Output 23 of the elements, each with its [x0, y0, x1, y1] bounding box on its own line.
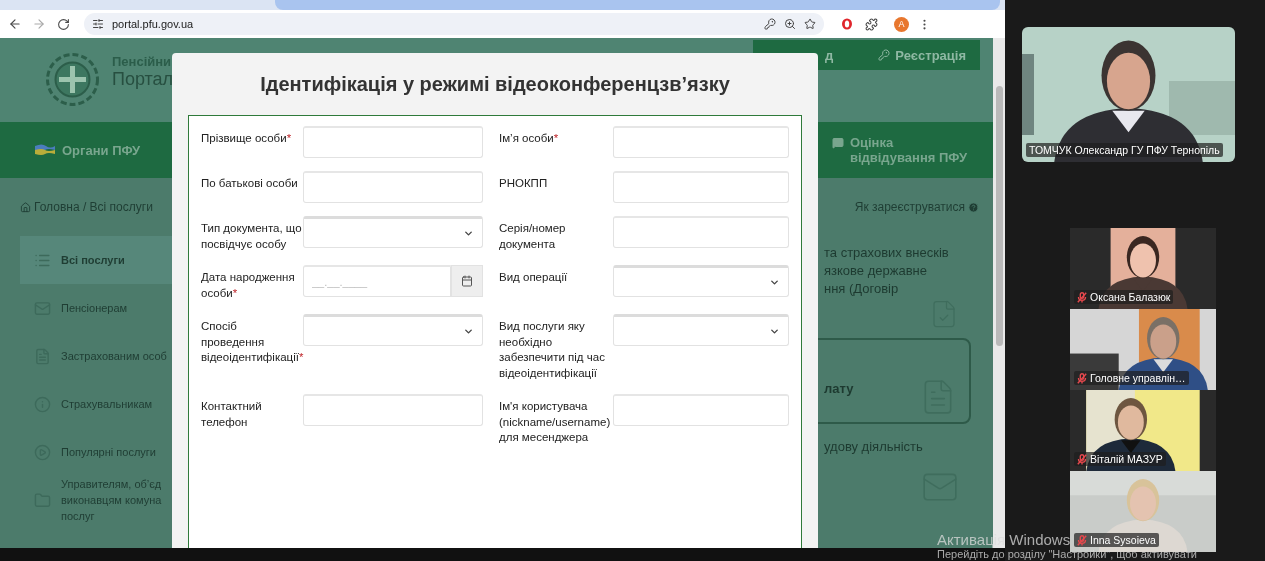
field-label: Вид послуги яку необхідно забезпечити під час відеоідентифікації — [499, 319, 606, 381]
participant-name: Оксана Балазюк — [1074, 290, 1174, 304]
participant-name: ТОМЧУК Олександр ГУ ПФУ Тернопіль — [1026, 143, 1223, 157]
field-label: Ім'я користувача (nickname/username) для месенджера — [499, 399, 612, 445]
field-label: Вид операції — [499, 270, 569, 285]
url-text: portal.pfu.gov.ua — [112, 18, 195, 30]
participant-name: Inna Sysoieva — [1074, 533, 1159, 547]
dialog-title: Ідентифікація у режимі відеоконференцзв’язку — [259, 71, 731, 97]
breadcrumb: Головна / Всі послуги — [34, 200, 153, 214]
field-label: Серія/номер документа — [499, 221, 567, 252]
card-text: та страхових внесків язкове державне ння (Договір — [824, 244, 950, 298]
card-text: лату — [824, 380, 855, 398]
field-label: Ім’я особи* — [499, 131, 560, 146]
field-label: Тип документа, що посвідчує особу — [201, 221, 303, 252]
field-label: РНОКПП — [499, 176, 549, 191]
field-label: Прізвище особи* — [201, 131, 293, 146]
field-label: Контактний телефон — [201, 399, 263, 430]
field-label: Спосіб проведення відеоідентифікації* — [201, 319, 303, 365]
participant-name: Головне управлін… — [1074, 371, 1189, 385]
field-label: Дата народження особи* — [201, 270, 296, 301]
field-label: По батькові особи — [201, 176, 299, 191]
participant-name: Віталій МАЗУР — [1074, 452, 1166, 466]
card-text: удову діяльність — [824, 438, 924, 456]
